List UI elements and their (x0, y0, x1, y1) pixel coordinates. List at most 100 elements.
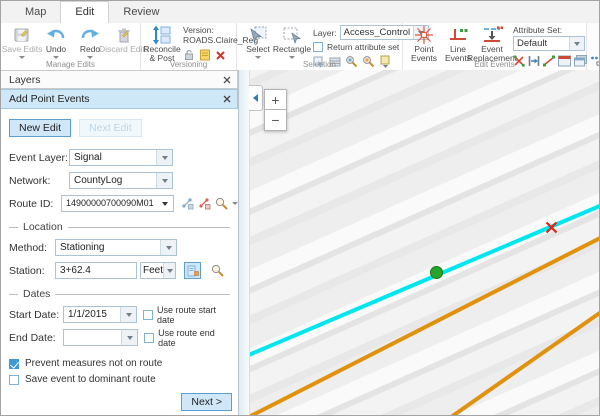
start-date-input[interactable]: 1/1/2015 (63, 306, 137, 323)
chevron-down-icon[interactable] (156, 173, 172, 188)
chevron-down-icon[interactable] (255, 56, 261, 59)
undo-icon (46, 25, 66, 45)
method-combobox[interactable]: Stationing (55, 239, 177, 256)
chevron-down-icon[interactable] (19, 56, 25, 59)
prevent-measures-checkbox[interactable] (9, 359, 19, 369)
location-section-header: Location (9, 221, 230, 233)
chevron-down-icon[interactable] (163, 263, 175, 278)
use-route-end-date-label: Use route end date (158, 328, 230, 348)
trash-icon (115, 25, 133, 45)
pick-location-on-map-button[interactable] (184, 262, 201, 279)
network-combobox[interactable]: CountyLog (69, 172, 173, 189)
zoom-to-route-icon[interactable] (213, 195, 230, 212)
event-layer-label: Event Layer: (9, 152, 69, 164)
event-replacement-button[interactable]: Event Replacement (477, 25, 507, 63)
chevron-down-icon[interactable] (569, 37, 584, 50)
redo-icon (80, 25, 100, 45)
select-button[interactable]: Select (243, 25, 273, 59)
event-replacement-icon (481, 25, 503, 45)
chevron-down-icon[interactable] (156, 150, 172, 165)
chevron-down-icon[interactable] (53, 56, 59, 59)
pane-dock-strip[interactable] (239, 70, 250, 415)
rectangle-select-button[interactable]: Rectangle (277, 25, 307, 59)
zoom-in-button[interactable]: + (264, 89, 287, 110)
network-label: Network: (9, 175, 69, 187)
add-point-events-title: Add Point Events (9, 93, 223, 105)
station-label: Station: (9, 265, 55, 277)
event-point-marker[interactable] (430, 266, 443, 279)
use-route-start-date-label: Use route start date (157, 305, 230, 325)
use-route-end-date-checkbox[interactable] (144, 333, 154, 343)
arcgis-pro-window: Map Edit Review Save Edits Undo (0, 0, 600, 416)
attribute-set-combobox[interactable]: Default (513, 36, 585, 51)
layers-pane-title: Layers (9, 74, 223, 86)
next-button[interactable]: Next > (181, 393, 232, 411)
group-manage-edits: Save Edits Undo Redo (1, 23, 141, 70)
ribbon-tab-bar: Map Edit Review (1, 1, 599, 23)
route-id-label: Route ID: (9, 198, 61, 210)
rectangle-select-icon (282, 25, 302, 45)
undo-button[interactable]: Undo (41, 25, 71, 59)
group-label-versioning: Versioning (141, 60, 236, 69)
return-attribute-label: Return attribute set (327, 42, 399, 52)
zoom-out-button[interactable]: − (264, 110, 287, 131)
add-point-events-header[interactable]: Add Point Events (1, 89, 238, 109)
method-label: Method: (9, 242, 55, 254)
chevron-down-icon[interactable] (160, 240, 176, 255)
end-date-label: End Date: (9, 332, 63, 344)
end-date-input[interactable] (63, 329, 138, 346)
map-zoom-control: + − (264, 89, 287, 131)
use-route-start-date-checkbox[interactable] (143, 310, 153, 320)
return-attribute-checkbox[interactable] (313, 42, 323, 52)
chevron-down-icon[interactable] (158, 196, 173, 211)
chevron-left-icon (253, 94, 258, 102)
select-tool-icon (248, 25, 268, 45)
station-unit-combobox[interactable]: Feet (140, 262, 176, 279)
line-events-icon (448, 25, 468, 45)
layers-pane-header[interactable]: Layers (1, 70, 238, 89)
reconcile-icon (152, 25, 172, 45)
tab-edit[interactable]: Edit (60, 1, 109, 23)
collapse-pane-tab[interactable] (249, 85, 263, 111)
point-events-button[interactable]: Point Events (409, 25, 439, 63)
attribute-set-label: Attribute Set: (513, 25, 585, 35)
station-input[interactable]: 3+62.4 (55, 262, 137, 279)
chevron-down-icon[interactable] (87, 56, 93, 59)
event-layer-combobox[interactable]: Signal (69, 149, 173, 166)
add-point-events-body: New Edit Next Edit Event Layer: Signal N… (1, 109, 238, 415)
group-label-manage-edits: Manage Edits (1, 60, 140, 69)
close-icon[interactable] (223, 90, 231, 108)
close-icon[interactable] (223, 71, 231, 89)
save-dominant-route-checkbox[interactable] (9, 375, 19, 385)
new-edit-button[interactable]: New Edit (9, 119, 71, 137)
chevron-down-icon[interactable] (120, 307, 136, 322)
select-route-icon[interactable] (179, 195, 196, 212)
group-label-edit-events: Edit Events (403, 60, 586, 69)
dates-section-header: Dates (9, 288, 230, 300)
reconcile-post-button[interactable]: Reconcile & Post (147, 25, 177, 63)
ribbon: Save Edits Undo Redo (1, 23, 599, 71)
next-edit-button[interactable]: Next Edit (79, 119, 142, 137)
group-versioning: Reconcile & Post Version: ROADS.Claire_R… (141, 23, 237, 70)
save-dominant-route-label: Save event to dominant route (25, 374, 156, 385)
chevron-down-icon[interactable] (121, 330, 137, 345)
chevron-down-icon[interactable] (232, 202, 238, 205)
chevron-down-icon[interactable] (289, 56, 295, 59)
prevent-measures-label: Prevent measures not on route (25, 358, 162, 369)
discard-edits-button[interactable]: Discard Edits (109, 25, 139, 54)
dock-pane: Layers Add Point Events New Edit Next Ed… (1, 70, 239, 415)
layer-label: Layer: (313, 28, 337, 38)
group-label-selection: Selection (237, 60, 402, 69)
tab-map[interactable]: Map (11, 2, 60, 23)
save-edits-button[interactable]: Save Edits (7, 25, 37, 59)
station-location-marker[interactable] (545, 221, 558, 239)
start-date-label: Start Date: (9, 309, 63, 321)
map-canvas[interactable]: + − (250, 70, 599, 415)
select-route-on-map-icon[interactable] (196, 195, 213, 212)
group-selection: Select Rectangle Layer: Access_Control (237, 23, 403, 70)
save-icon (13, 25, 31, 45)
group-edit-events: Point Events Line Events Event Replaceme… (403, 23, 587, 70)
route-id-combobox[interactable]: 14900000700090M01 (61, 195, 174, 212)
zoom-to-location-icon[interactable] (209, 262, 226, 279)
tab-review[interactable]: Review (109, 2, 173, 23)
